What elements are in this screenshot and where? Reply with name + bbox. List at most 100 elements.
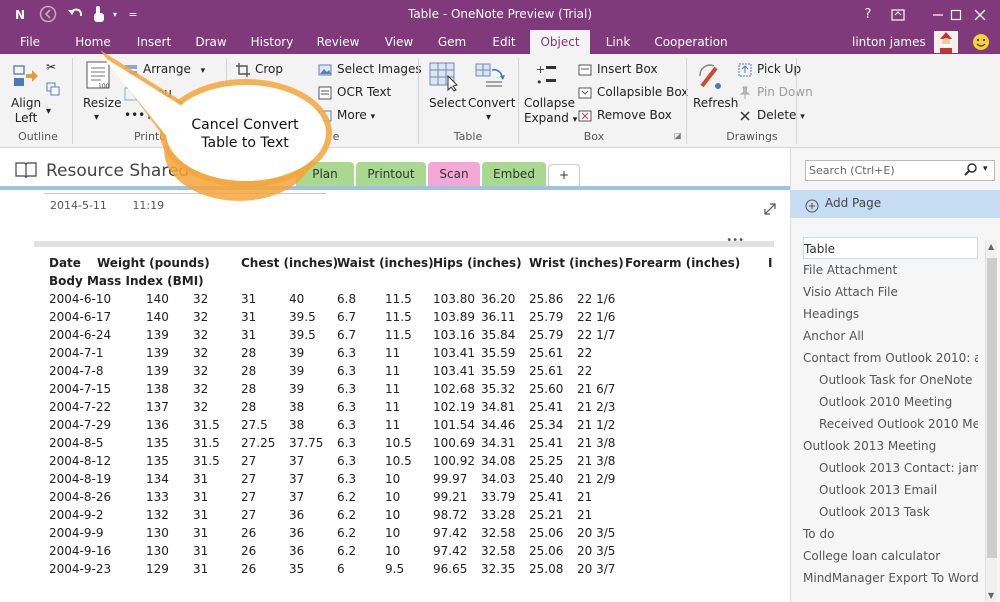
- table-cell: 25.79: [529, 310, 564, 324]
- tab-object[interactable]: Object: [530, 30, 590, 54]
- refresh-button[interactable]: Refresh: [693, 96, 738, 110]
- page-list-item[interactable]: File Attachment: [803, 259, 978, 281]
- table-cell: 31: [193, 544, 209, 558]
- chevron-down-icon[interactable]: ▾: [486, 112, 491, 123]
- tab-file[interactable]: File: [10, 30, 50, 54]
- copy-outline-icon[interactable]: [46, 82, 60, 99]
- page-list-item[interactable]: Received Outlook 2010 Mee: [819, 413, 978, 435]
- page-list-item[interactable]: Contact from Outlook 2010: av: [803, 347, 978, 369]
- insert-box-icon: [578, 63, 594, 77]
- tab-edit[interactable]: Edit: [484, 30, 524, 54]
- page-list-item[interactable]: Outlook 2013 Meeting: [803, 435, 978, 457]
- header-date: Date: [49, 256, 81, 270]
- convert-table-button[interactable]: Convert: [468, 96, 515, 110]
- crop-button[interactable]: Crop: [236, 62, 283, 77]
- handle-grip-icon[interactable]: •••: [726, 235, 744, 246]
- pick-up-button[interactable]: Pick Up: [738, 62, 801, 77]
- table-cell: 36.20: [481, 292, 516, 306]
- tab-link[interactable]: Link: [598, 30, 638, 54]
- page-list-item[interactable]: Outlook 2013 Contact: jam: [819, 457, 978, 479]
- delete-drawing-button[interactable]: Delete ▾: [738, 108, 805, 123]
- tab-gem[interactable]: Gem: [432, 30, 472, 54]
- outline-handle[interactable]: •••: [34, 235, 774, 247]
- table-row: 2004-6-17 140 32 31 39.5 6.7 11.5 103.89 36.11 25…: [0, 310, 790, 328]
- table-cell: 38: [289, 418, 305, 432]
- section-tab-embed[interactable]: Embed: [482, 162, 546, 186]
- table-cell: 20 3/5: [577, 544, 616, 558]
- close-button[interactable]: [964, 0, 996, 30]
- remove-box-label: Remove Box: [597, 108, 672, 122]
- convert-table-icon: [474, 60, 505, 90]
- select-images-button[interactable]: Select Images: [318, 62, 422, 77]
- page-canvas[interactable]: 2014-5-11 11:19 ••• Date Weight (pounds)…: [0, 190, 790, 602]
- notebook-icon[interactable]: [14, 160, 38, 183]
- page-list-item[interactable]: Outlook 2013 Task: [819, 501, 978, 523]
- page-list-item[interactable]: To do: [803, 523, 978, 545]
- insert-box-button[interactable]: Insert Box: [578, 62, 658, 77]
- page-list-item[interactable]: Outlook 2013 Email: [819, 479, 978, 501]
- remove-box-button[interactable]: Remove Box: [578, 108, 672, 123]
- collapsible-box-button[interactable]: Collapsible Box: [578, 85, 688, 100]
- dialog-launcher-icon[interactable]: ◪: [674, 131, 682, 140]
- table-cell: 25.21: [529, 508, 564, 522]
- tab-cooperation[interactable]: Cooperation: [648, 30, 734, 54]
- ocr-text-button[interactable]: OCR Text: [318, 85, 391, 100]
- pin-down-button[interactable]: Pin Down: [738, 85, 813, 100]
- section-tab-plan[interactable]: Plan: [296, 162, 354, 186]
- section-tab-scan[interactable]: Scan: [428, 162, 480, 186]
- align-left-button[interactable]: Align Left: [11, 96, 41, 126]
- help-button[interactable]: ?: [852, 0, 884, 30]
- resize-button[interactable]: Resize: [83, 96, 121, 110]
- user-name[interactable]: linton james: [852, 30, 926, 54]
- table-cell: 130: [146, 544, 169, 558]
- page-list-item[interactable]: Visio Attach File: [803, 281, 978, 303]
- page-list-item[interactable]: Table: [803, 237, 978, 259]
- table-cell: 21: [577, 508, 593, 522]
- section-tab-printout[interactable]: Printout: [356, 162, 426, 186]
- more-printout-button[interactable]: ••• M: [124, 108, 158, 122]
- tab-review[interactable]: Review: [312, 30, 364, 54]
- page-list-item[interactable]: Headings: [803, 303, 978, 325]
- tab-insert[interactable]: Insert: [130, 30, 178, 54]
- page-list-scrollbar[interactable]: ▲ ▼: [985, 240, 997, 602]
- table-cell: 35.84: [481, 328, 516, 342]
- crop-icon: [236, 62, 252, 77]
- arrange-button[interactable]: Arrange ▾: [124, 62, 205, 77]
- page-list-item[interactable]: College loan calculator: [803, 545, 978, 567]
- tab-view[interactable]: View: [378, 30, 420, 54]
- header-hips: Hips (inches): [433, 256, 522, 270]
- table-row: 2004-9-9 130 31 26 36 6.2 10 97.42 32.58 25.06 20 …: [0, 526, 790, 544]
- scroll-up-icon[interactable]: ▲: [988, 242, 994, 251]
- chevron-down-icon[interactable]: ▾: [46, 106, 51, 117]
- page-list-item[interactable]: Outlook 2010 Meeting: [819, 391, 978, 413]
- add-page-button[interactable]: Add Page: [791, 190, 1000, 218]
- page-list-item[interactable]: Anchor All: [803, 325, 978, 347]
- tab-home[interactable]: Home: [70, 30, 116, 54]
- chevron-down-icon: ▾: [370, 112, 376, 122]
- scroll-down-icon[interactable]: ▼: [988, 591, 994, 600]
- ribbon-display-options-button[interactable]: [882, 0, 914, 30]
- tab-draw[interactable]: Draw: [190, 30, 232, 54]
- smiley-feedback-icon[interactable]: [972, 30, 992, 54]
- table-cell: 22 1/7: [577, 328, 616, 342]
- table-cell: 35.59: [481, 346, 516, 360]
- expand-page-icon[interactable]: [764, 203, 776, 218]
- select-table-button[interactable]: Select: [429, 96, 466, 110]
- chevron-down-icon[interactable]: ▾: [94, 112, 99, 123]
- group-button[interactable]: Grou: [124, 86, 172, 101]
- collapse-button[interactable]: Collapse: [524, 96, 575, 110]
- page-list-item[interactable]: Outlook Task for OneNote: [819, 369, 978, 391]
- add-page-label: Add Page: [825, 196, 882, 210]
- more-image-button[interactable]: More ▾: [318, 108, 375, 123]
- expand-button[interactable]: Expand ▾: [524, 111, 577, 125]
- section-title[interactable]: Resource Shared: [46, 161, 189, 181]
- page-list-item[interactable]: MindManager Export To Word: [803, 567, 978, 589]
- tab-history[interactable]: History: [246, 30, 298, 54]
- search-icon[interactable]: [963, 162, 979, 181]
- chevron-down-icon[interactable]: ▾: [983, 164, 988, 174]
- user-avatar[interactable]: [934, 30, 960, 54]
- cut-icon[interactable]: ✂: [46, 60, 56, 74]
- scrollbar-thumb[interactable]: [987, 258, 997, 558]
- add-section-button[interactable]: +: [548, 164, 580, 186]
- table-cell: 10: [385, 490, 401, 504]
